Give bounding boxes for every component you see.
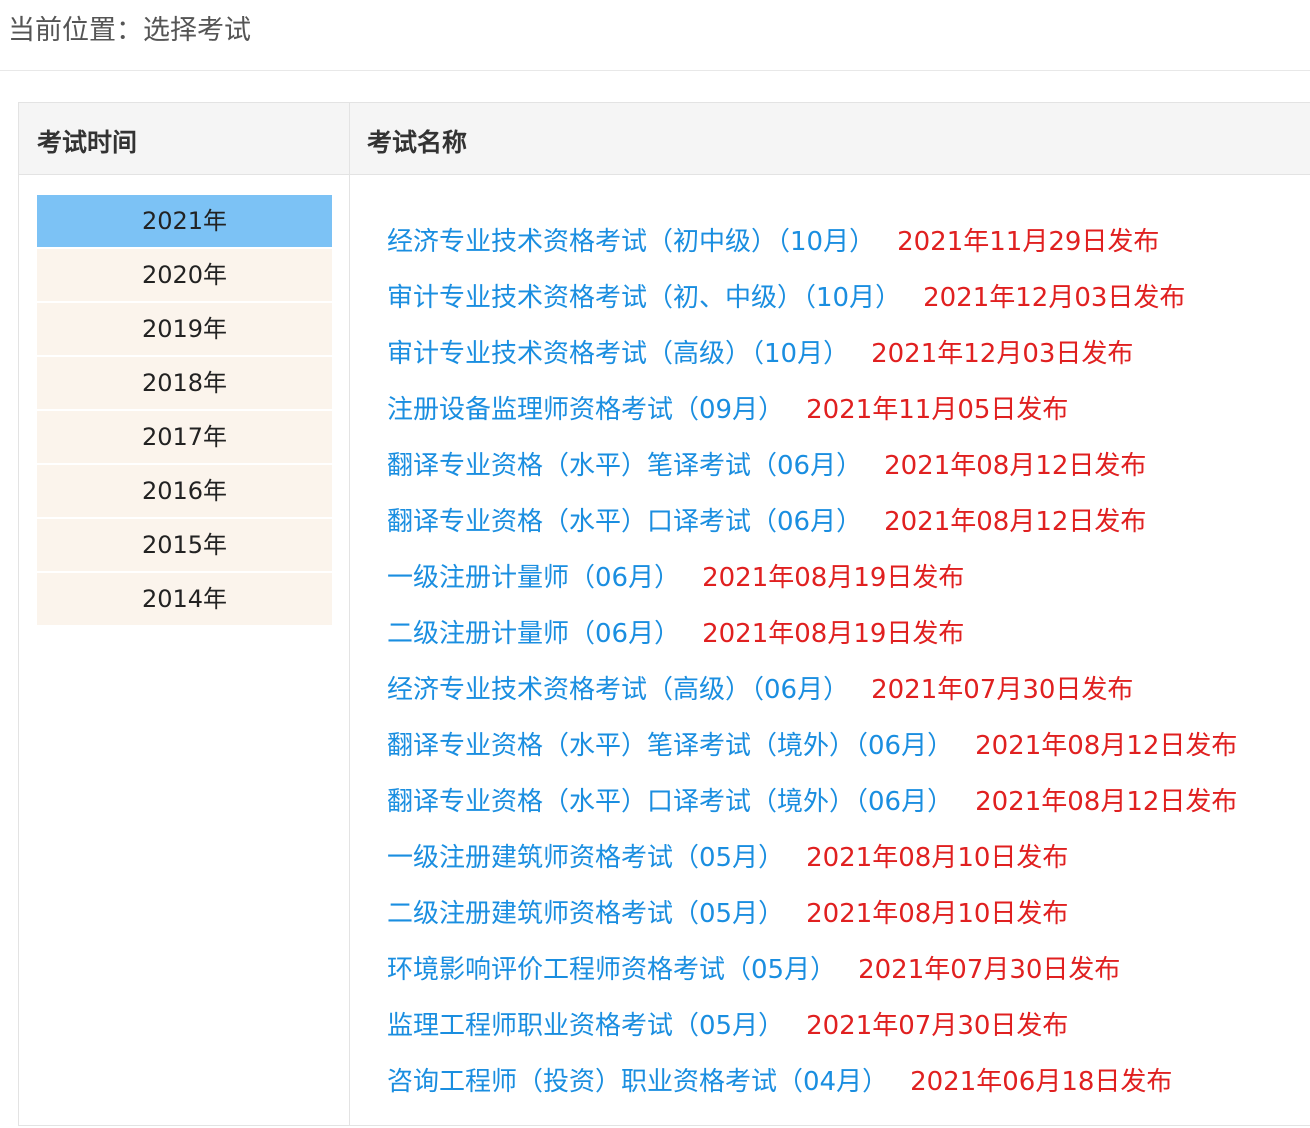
exam-row: 环境影响评价工程师资格考试（05月） 2021年07月30日发布 — [387, 947, 1307, 1003]
exam-row: 翻译专业资格（水平）笔译考试（06月） 2021年08月12日发布 — [387, 443, 1307, 499]
exam-publish-date: 2021年08月12日发布 — [884, 451, 1147, 481]
exam-publish-date: 2021年08月12日发布 — [884, 507, 1147, 537]
exam-link[interactable]: 翻译专业资格（水平）笔译考试（境外）（06月） — [387, 731, 953, 761]
exam-link[interactable]: 经济专业技术资格考试（初中级）（10月） — [387, 227, 875, 257]
exam-link[interactable]: 翻译专业资格（水平）笔译考试（06月） — [387, 451, 862, 481]
exam-publish-date: 2021年08月12日发布 — [975, 787, 1238, 817]
exam-link[interactable]: 监理工程师职业资格考试（05月） — [387, 1011, 784, 1041]
exam-link[interactable]: 审计专业技术资格考试（高级）（10月） — [387, 339, 849, 369]
exam-publish-date: 2021年08月12日发布 — [975, 731, 1238, 761]
breadcrumb: 当前位置：选择考试 — [0, 0, 1310, 71]
exam-publish-date: 2021年08月19日发布 — [702, 563, 965, 593]
year-item[interactable]: 2021年 — [37, 195, 332, 247]
exam-row: 监理工程师职业资格考试（05月） 2021年07月30日发布 — [387, 1003, 1307, 1059]
exam-publish-date: 2021年08月10日发布 — [806, 899, 1069, 929]
exam-link[interactable]: 二级注册计量师（06月） — [387, 619, 680, 649]
exam-row: 经济专业技术资格考试（初中级）（10月） 2021年11月29日发布 — [387, 219, 1307, 275]
exam-row: 二级注册计量师（06月） 2021年08月19日发布 — [387, 611, 1307, 667]
header-exam-name: 考试名称 — [367, 128, 468, 157]
exam-link[interactable]: 翻译专业资格（水平）口译考试（06月） — [387, 507, 862, 537]
breadcrumb-text: 当前位置：选择考试 — [8, 15, 251, 46]
exam-row: 咨询工程师（投资）职业资格考试（04月） 2021年06月18日发布 — [387, 1059, 1307, 1115]
exam-link[interactable]: 经济专业技术资格考试（高级）（06月） — [387, 675, 849, 705]
exam-publish-date: 2021年07月30日发布 — [858, 955, 1121, 985]
exam-row: 注册设备监理师资格考试（09月） 2021年11月05日发布 — [387, 387, 1307, 443]
year-item[interactable]: 2017年 — [37, 411, 332, 463]
table-header: 考试时间 考试名称 — [19, 103, 1310, 175]
exam-row: 经济专业技术资格考试（高级）（06月） 2021年07月30日发布 — [387, 667, 1307, 723]
exam-publish-date: 2021年12月03日发布 — [871, 339, 1134, 369]
exam-link[interactable]: 二级注册建筑师资格考试（05月） — [387, 899, 784, 929]
exam-publish-date: 2021年12月03日发布 — [923, 283, 1186, 313]
year-item[interactable]: 2019年 — [37, 303, 332, 355]
exam-link[interactable]: 咨询工程师（投资）职业资格考试（04月） — [387, 1067, 888, 1097]
exam-list: 经济专业技术资格考试（初中级）（10月） 2021年11月29日发布审计专业技术资… — [387, 219, 1307, 1115]
exam-row: 翻译专业资格（水平）笔译考试（境外）（06月） 2021年08月12日发布 — [387, 723, 1307, 779]
exam-row: 一级注册建筑师资格考试（05月） 2021年08月10日发布 — [387, 835, 1307, 891]
exam-row: 翻译专业资格（水平）口译考试（06月） 2021年08月12日发布 — [387, 499, 1307, 555]
exam-publish-date: 2021年07月30日发布 — [871, 675, 1134, 705]
exam-link[interactable]: 翻译专业资格（水平）口译考试（境外）（06月） — [387, 787, 953, 817]
exam-link[interactable]: 一级注册建筑师资格考试（05月） — [387, 843, 784, 873]
exam-publish-date: 2021年06月18日发布 — [910, 1067, 1173, 1097]
year-list: 2021年 2020年 2019年 2018年 2017年 2016年 2015年 2014年 — [37, 195, 332, 627]
year-item[interactable]: 2015年 — [37, 519, 332, 571]
exam-publish-date: 2021年08月10日发布 — [806, 843, 1069, 873]
exam-row: 一级注册计量师（06月） 2021年08月19日发布 — [387, 555, 1307, 611]
exam-publish-date: 2021年07月30日发布 — [806, 1011, 1069, 1041]
exam-row: 审计专业技术资格考试（初、中级）（10月） 2021年12月03日发布 — [387, 275, 1307, 331]
exam-row: 审计专业技术资格考试（高级）（10月） 2021年12月03日发布 — [387, 331, 1307, 387]
exam-panel: 考试时间 考试名称 2021年 2020年 2019年 2018年 2017年 2016年… — [18, 102, 1310, 1126]
year-item[interactable]: 2020年 — [37, 249, 332, 301]
exam-link[interactable]: 环境影响评价工程师资格考试（05月） — [387, 955, 836, 985]
column-divider — [349, 103, 350, 1125]
exam-link[interactable]: 一级注册计量师（06月） — [387, 563, 680, 593]
year-item[interactable]: 2018年 — [37, 357, 332, 409]
exam-row: 二级注册建筑师资格考试（05月） 2021年08月10日发布 — [387, 891, 1307, 947]
exam-row: 翻译专业资格（水平）口译考试（境外）（06月） 2021年08月12日发布 — [387, 779, 1307, 835]
exam-publish-date: 2021年08月19日发布 — [702, 619, 965, 649]
year-item[interactable]: 2014年 — [37, 573, 332, 625]
header-exam-time: 考试时间 — [37, 128, 138, 157]
exam-publish-date: 2021年11月29日发布 — [897, 227, 1160, 257]
exam-publish-date: 2021年11月05日发布 — [806, 395, 1069, 425]
exam-link[interactable]: 审计专业技术资格考试（初、中级）（10月） — [387, 283, 901, 313]
exam-link[interactable]: 注册设备监理师资格考试（09月） — [387, 395, 784, 425]
year-item[interactable]: 2016年 — [37, 465, 332, 517]
